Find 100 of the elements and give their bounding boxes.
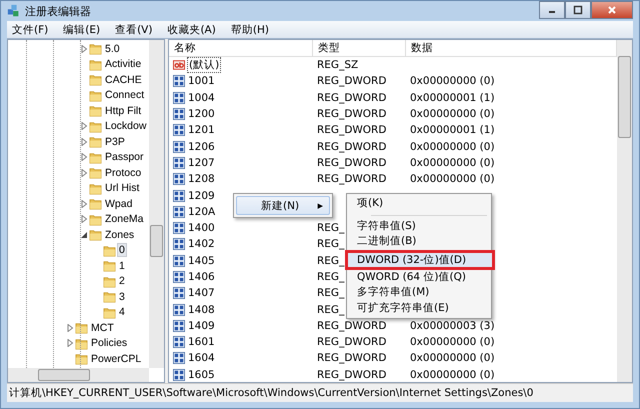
string-value-icon (173, 59, 185, 72)
scrollbar[interactable] (617, 40, 632, 382)
menu-item[interactable]: 文件(F) (12, 22, 48, 36)
expand-arrow-icon[interactable] (66, 324, 74, 332)
minimize-button[interactable] (539, 1, 565, 19)
expand-arrow-icon[interactable] (80, 200, 88, 208)
expand-arrow-icon[interactable] (66, 339, 74, 348)
menu-item[interactable]: 项(K) (349, 196, 489, 212)
menu-item[interactable]: 字符串值(S) (349, 218, 489, 234)
tree-item[interactable]: 5.0 (103, 42, 122, 56)
value-type: REG_DWORD (317, 124, 386, 136)
binary-value-icon (173, 254, 185, 267)
value-type: REG_DWORD (317, 140, 386, 153)
folder-icon (89, 88, 102, 102)
value-name[interactable]: 1406 (187, 271, 216, 283)
menu-item[interactable]: 查看(V) (115, 22, 152, 36)
tree-item[interactable]: CACHE (103, 72, 144, 87)
expand-arrow-icon[interactable] (80, 138, 88, 146)
folder-icon (89, 104, 102, 118)
menu-item[interactable]: DWORD (32-位)值(D) (345, 250, 495, 270)
value-type: REG_ (317, 254, 344, 267)
tree-item[interactable]: Activitie (103, 57, 144, 72)
tree-item[interactable]: 1 (117, 258, 127, 273)
value-name[interactable]: 1001 (187, 75, 216, 88)
value-name[interactable]: 1604 (187, 352, 216, 364)
binary-value-icon (173, 173, 185, 186)
tree-item[interactable]: 4 (117, 305, 127, 320)
tree-item[interactable]: Protoco (103, 166, 144, 180)
value-name[interactable]: 1605 (187, 368, 216, 381)
collapse-arrow-icon[interactable] (80, 230, 88, 239)
expand-arrow-icon[interactable] (80, 122, 88, 130)
value-name[interactable]: 1201 (187, 124, 216, 136)
folder-icon (75, 352, 88, 366)
maximize-button[interactable] (565, 1, 591, 19)
binary-value-icon (173, 238, 185, 250)
binary-value-icon (173, 320, 185, 332)
tree-item[interactable]: 2 (117, 274, 127, 288)
menu-item[interactable]: 收藏夹(A) (167, 22, 216, 36)
scrollbar[interactable] (8, 368, 149, 382)
column-header[interactable]: 类型 (313, 40, 406, 56)
tree-item[interactable]: P3P (103, 134, 127, 149)
tree-item[interactable]: Url Hist (103, 181, 142, 196)
close-button[interactable] (591, 1, 633, 19)
value-name[interactable]: 1206 (187, 140, 216, 153)
value-data: 0x00000001 (1) (410, 92, 495, 104)
folder-icon (89, 120, 102, 133)
value-type: REG_DWORD (317, 92, 386, 104)
value-type: REG_DWORD (317, 75, 386, 88)
tree-item[interactable]: Http Filt (103, 104, 144, 118)
value-name[interactable]: 1408 (187, 304, 216, 316)
expand-arrow-icon[interactable] (80, 153, 88, 162)
menu-item[interactable]: 可扩充字符串值(E) (349, 300, 489, 316)
binary-value-icon (173, 222, 185, 234)
value-name[interactable]: 1004 (187, 92, 216, 104)
tree-item[interactable]: Zones (103, 228, 136, 242)
value-name[interactable]: 1200 (187, 108, 216, 120)
value-name[interactable]: 1402 (187, 238, 216, 250)
tree-item[interactable]: 0 (117, 243, 127, 258)
menu-item[interactable]: 二进制值(B) (349, 234, 489, 250)
menu-item[interactable]: QWORD (64 位)值(Q) (349, 270, 489, 285)
value-type: REG_ (317, 287, 344, 300)
folder-icon (89, 166, 102, 180)
value-data: 0x00000001 (1) (410, 124, 495, 136)
expand-arrow-icon[interactable] (80, 168, 88, 177)
value-name[interactable]: 1208 (187, 173, 216, 186)
value-data: 0x00000000 (0) (410, 336, 495, 348)
folder-icon (75, 336, 88, 350)
value-name[interactable]: 1405 (187, 254, 216, 267)
expand-arrow-icon[interactable] (80, 44, 88, 53)
binary-value-icon (173, 92, 185, 104)
tree-item[interactable]: MCT (89, 320, 116, 335)
value-type: REG_DWORD (317, 156, 386, 169)
value-name[interactable]: 1601 (187, 336, 216, 348)
value-type: REG_DWORD (317, 320, 386, 332)
tree-item[interactable]: Policies (89, 336, 130, 350)
tree-item[interactable]: Wpad (103, 196, 134, 211)
value-data: 0x00000003 (3) (410, 320, 495, 332)
value-type: REG_DWORD (317, 336, 386, 348)
menu-item[interactable]: 帮助(H) (230, 22, 269, 36)
tree-item[interactable]: ZoneMa (103, 212, 146, 226)
column-header[interactable]: 名称 (169, 40, 313, 56)
value-data: 0x00000000 (0) (410, 108, 495, 120)
value-name[interactable]: 1209 (187, 190, 216, 202)
expand-arrow-icon[interactable] (80, 215, 88, 224)
scrollbar[interactable] (149, 40, 164, 368)
value-name[interactable]: 1407 (187, 287, 216, 300)
tree-item[interactable]: Connect (103, 88, 146, 102)
value-name[interactable]: 1409 (187, 320, 216, 332)
value-name[interactable]: 1400 (187, 222, 216, 234)
value-name[interactable]: (默认) (187, 57, 222, 74)
tree-item[interactable]: PowerCPL (89, 352, 144, 366)
tree-item[interactable]: Lockdow (103, 119, 148, 134)
binary-value-icon (173, 352, 185, 364)
value-data: 0x00000000 (0) (410, 173, 495, 186)
tree-item[interactable]: Passpor (103, 150, 146, 164)
tree-item[interactable]: 3 (117, 290, 127, 304)
menu-item[interactable]: 编辑(E) (63, 22, 100, 36)
value-name[interactable]: 1207 (187, 156, 216, 169)
menu-item[interactable]: 多字符串值(M) (349, 285, 489, 300)
value-name[interactable]: 120A (187, 206, 216, 218)
